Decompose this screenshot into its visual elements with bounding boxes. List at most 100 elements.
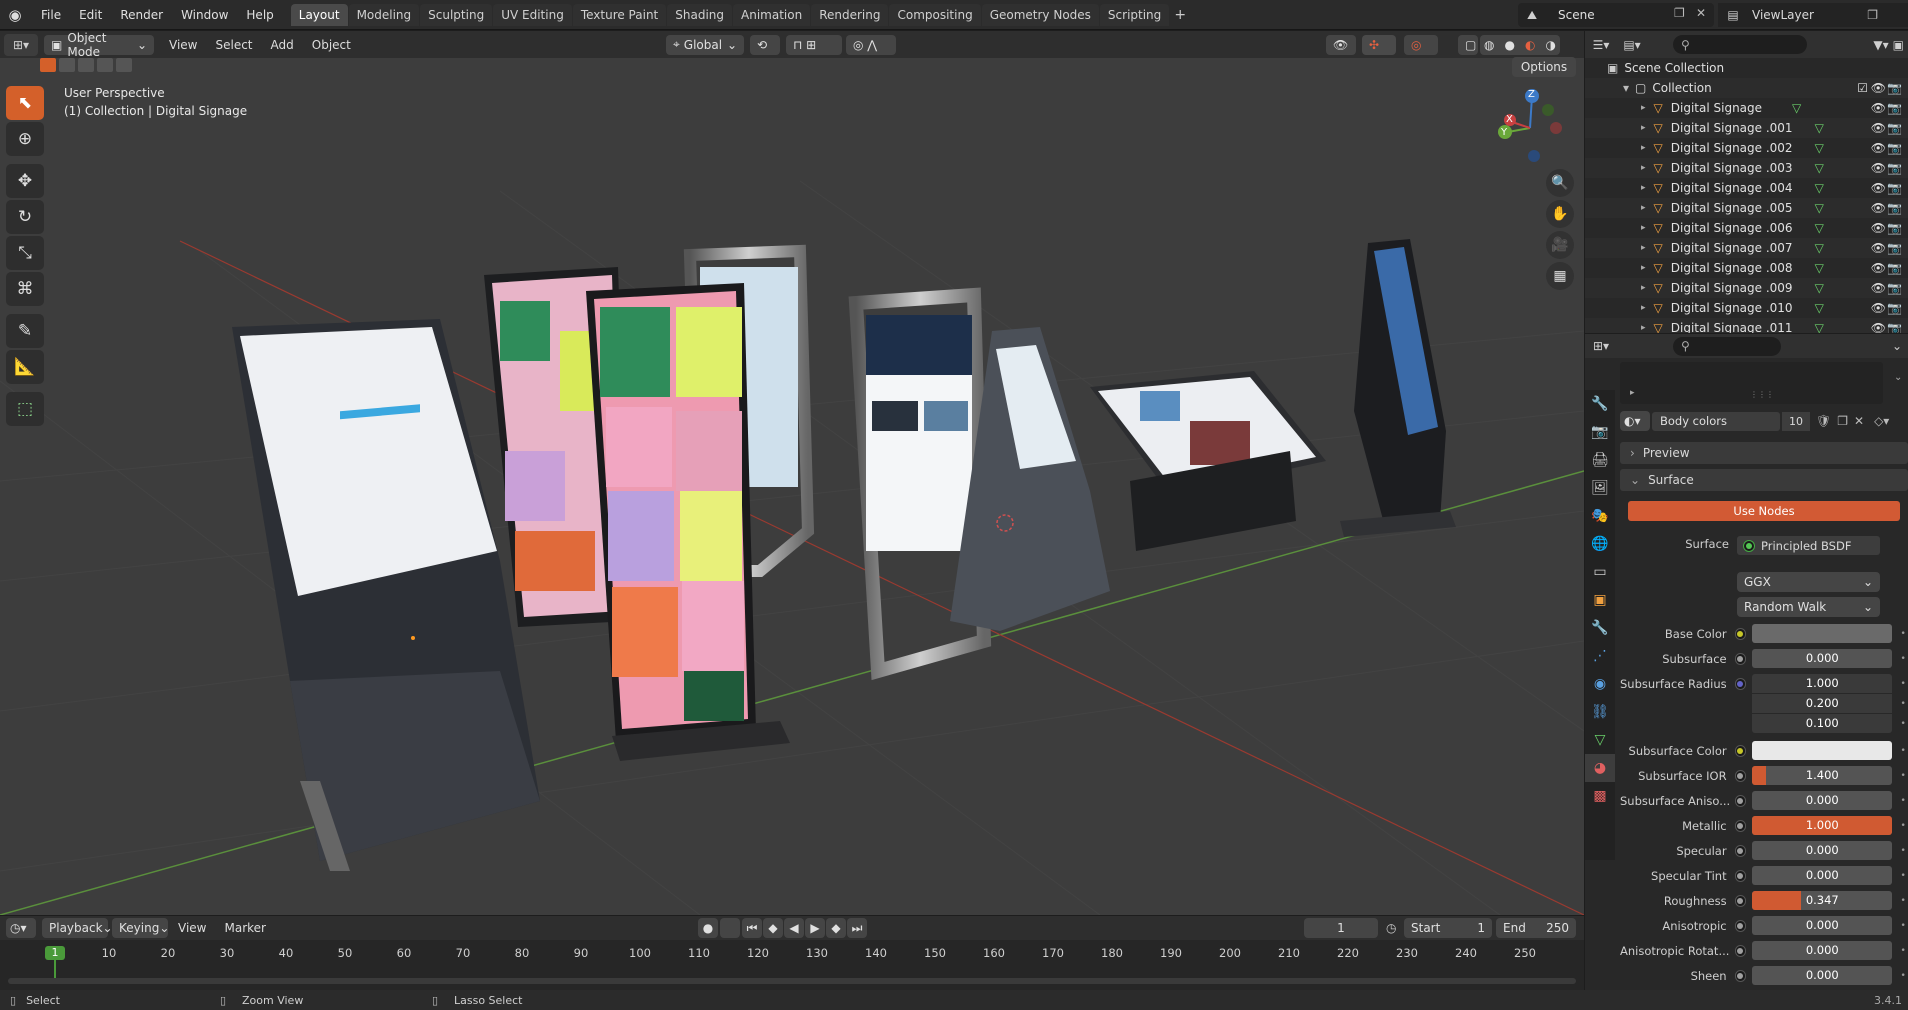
outliner-item-digital-signage[interactable]: ▸ ▽ Digital Signage .008 ▽ 👁 📷 <box>1585 258 1908 278</box>
camera-icon[interactable]: 📷 <box>1887 221 1902 235</box>
collection-tab-icon[interactable]: ▭ <box>1585 558 1615 586</box>
select-new-icon[interactable] <box>40 58 56 72</box>
socket-icon[interactable] <box>1734 969 1747 982</box>
world-tab-icon[interactable]: 🌐 <box>1585 530 1615 558</box>
chevron-down-icon[interactable]: ⌄ <box>1894 372 1902 383</box>
tab-animation[interactable]: Animation <box>733 3 811 26</box>
camera-icon[interactable]: 📷 <box>1887 241 1902 255</box>
unlink-material-icon[interactable]: ✕ <box>1854 414 1864 428</box>
decorator-dot-icon[interactable]: • <box>1898 746 1908 756</box>
outliner-item-digital-signage[interactable]: ▸ ▽ Digital Signage .010 ▽ 👁 📷 <box>1585 298 1908 318</box>
decorator-dot-icon[interactable]: • <box>1898 971 1908 981</box>
editor-type-icon[interactable]: ◷▾ <box>6 918 36 938</box>
expand-arrow-icon[interactable]: ▸ <box>1641 163 1646 173</box>
pivot-point-icon[interactable]: ⟲ <box>750 34 780 55</box>
socket-icon[interactable] <box>1734 652 1747 665</box>
socket-icon[interactable] <box>1734 944 1747 957</box>
decorator-dot-icon[interactable]: • <box>1898 629 1908 639</box>
socket-icon[interactable] <box>1734 794 1747 807</box>
material-shading-icon[interactable]: ◐ <box>1525 38 1535 52</box>
decorator-dot-icon[interactable]: • <box>1898 871 1908 881</box>
expand-arrow-icon[interactable]: ▸ <box>1630 388 1635 398</box>
decorator-dot-icon[interactable]: • <box>1898 821 1908 831</box>
number-slider[interactable]: 0.347 <box>1752 891 1893 910</box>
select-intersect-icon[interactable] <box>116 58 132 72</box>
checkbox-icon[interactable]: ☑ <box>1857 81 1868 95</box>
select-invert-icon[interactable] <box>97 58 113 72</box>
object-tab-icon[interactable]: ▣ <box>1585 586 1615 614</box>
eye-icon[interactable]: 👁 <box>1871 241 1886 255</box>
tab-modeling[interactable]: Modeling <box>348 3 420 26</box>
eye-icon[interactable]: 👁 <box>1871 201 1886 215</box>
tab-sculpting[interactable]: Sculpting <box>420 3 493 26</box>
camera-icon[interactable]: 📷 <box>1887 321 1902 333</box>
particles-tab-icon[interactable]: ⋰ <box>1585 642 1615 670</box>
outliner-item-digital-signage[interactable]: ▸ ▽ Digital Signage .006 ▽ 👁 📷 <box>1585 218 1908 238</box>
menu-file[interactable]: File <box>32 0 70 30</box>
number-slider[interactable]: 0.000 <box>1752 791 1893 810</box>
camera-icon[interactable]: 📷 <box>1887 161 1902 175</box>
view-layer-name[interactable]: ViewLayer <box>1748 8 1814 22</box>
decorator-dot-icon[interactable]: • <box>1898 771 1908 781</box>
menu-view[interactable]: View <box>160 32 206 58</box>
outliner-item-digital-signage[interactable]: ▸ ▽ Digital Signage .004 ▽ 👁 📷 <box>1585 178 1908 198</box>
expand-arrow-icon[interactable]: ▸ <box>1641 303 1646 313</box>
outliner-collection[interactable]: ▾ ▢ Collection ☑ 👁 📷 <box>1585 78 1908 98</box>
eye-icon[interactable]: 👁 <box>1871 261 1886 275</box>
number-slider[interactable]: 0.000 <box>1752 966 1893 985</box>
options-dropdown[interactable]: Options <box>1512 57 1576 77</box>
filter-icon[interactable]: ▼▾ <box>1873 38 1888 52</box>
outliner-item-digital-signage[interactable]: ▸ ▽ Digital Signage ▽ 👁 📷 <box>1585 98 1908 118</box>
overlay-toggle-icon[interactable]: ◎ <box>1404 34 1438 55</box>
expand-arrow-icon[interactable]: ▸ <box>1641 203 1646 213</box>
menu-view[interactable]: View <box>178 921 206 935</box>
socket-icon[interactable] <box>1734 677 1747 690</box>
new-view-layer-icon[interactable]: ❐ <box>1867 8 1878 22</box>
outliner-item-digital-signage[interactable]: ▸ ▽ Digital Signage .005 ▽ 👁 📷 <box>1585 198 1908 218</box>
scene-tab-icon[interactable]: 🎭 <box>1585 502 1615 530</box>
expand-arrow-icon[interactable]: ▸ <box>1641 263 1646 273</box>
outliner-item-digital-signage[interactable]: ▸ ▽ Digital Signage .007 ▽ 👁 📷 <box>1585 238 1908 258</box>
keying-dropdown[interactable]: Keying ⌄ <box>112 918 169 938</box>
scene-name[interactable]: Scene <box>1550 4 1670 26</box>
camera-view-icon[interactable]: 🎥 <box>1546 231 1574 259</box>
number-slider[interactable]: 0.000 <box>1752 841 1893 860</box>
outliner-scene-collection[interactable]: ▣ Scene Collection <box>1585 58 1908 78</box>
physics-tab-icon[interactable]: ◉ <box>1585 670 1615 698</box>
browse-node-icon[interactable]: ◇▾ <box>1874 414 1889 428</box>
eye-icon[interactable]: 👁 <box>1871 141 1886 155</box>
menu-object[interactable]: Object <box>303 32 360 58</box>
decorator-dot-icon[interactable]: • <box>1898 796 1908 806</box>
rendered-shading-icon[interactable]: ◑ <box>1546 38 1556 52</box>
data-tab-icon[interactable]: ▽ <box>1585 726 1615 754</box>
outliner-item-digital-signage[interactable]: ▸ ▽ Digital Signage .011 ▽ 👁 📷 <box>1585 318 1908 333</box>
mesh-data-icon[interactable]: ▽ <box>1815 181 1824 195</box>
auto-key-icon[interactable] <box>720 918 740 938</box>
editor-type-icon[interactable]: ⊞▾ <box>4 33 38 56</box>
delete-scene-icon[interactable]: ✕ <box>1696 6 1706 20</box>
mode-dropdown[interactable]: ▣ Object Mode ⌄ <box>44 31 154 59</box>
socket-icon[interactable] <box>1734 819 1747 832</box>
modifier-tab-icon[interactable]: 🔧 <box>1585 614 1615 642</box>
end-frame-field[interactable]: End 250 <box>1496 918 1576 938</box>
expand-arrow-icon[interactable]: ▸ <box>1641 243 1646 253</box>
material-slot-list[interactable]: ▸ ⋮⋮⋮ <box>1620 362 1883 404</box>
eye-icon[interactable]: 👁 <box>1871 81 1886 95</box>
material-users-count[interactable]: 10 <box>1782 411 1810 431</box>
select-extend-icon[interactable] <box>59 58 75 72</box>
distribution-dropdown[interactable]: GGX ⌄ <box>1737 572 1880 592</box>
decorator-dot-icon[interactable]: • <box>1898 846 1908 856</box>
expand-arrow-icon[interactable]: ▸ <box>1641 143 1646 153</box>
color-swatch[interactable] <box>1752 624 1893 643</box>
menu-render[interactable]: Render <box>111 0 172 30</box>
number-slider[interactable]: 0.000 <box>1752 916 1893 935</box>
eye-icon[interactable]: 👁 <box>1871 301 1886 315</box>
mesh-data-icon[interactable]: ▽ <box>1815 141 1824 155</box>
outliner-item-digital-signage[interactable]: ▸ ▽ Digital Signage .002 ▽ 👁 📷 <box>1585 138 1908 158</box>
preview-panel-header[interactable]: › Preview <box>1620 442 1908 464</box>
expand-arrow-icon[interactable]: ▾ <box>1623 81 1629 95</box>
playhead[interactable]: 1 <box>45 946 65 960</box>
outliner-item-digital-signage[interactable]: ▸ ▽ Digital Signage .001 ▽ 👁 📷 <box>1585 118 1908 138</box>
expand-arrow-icon[interactable]: ▸ <box>1641 283 1646 293</box>
socket-icon[interactable] <box>1734 919 1747 932</box>
